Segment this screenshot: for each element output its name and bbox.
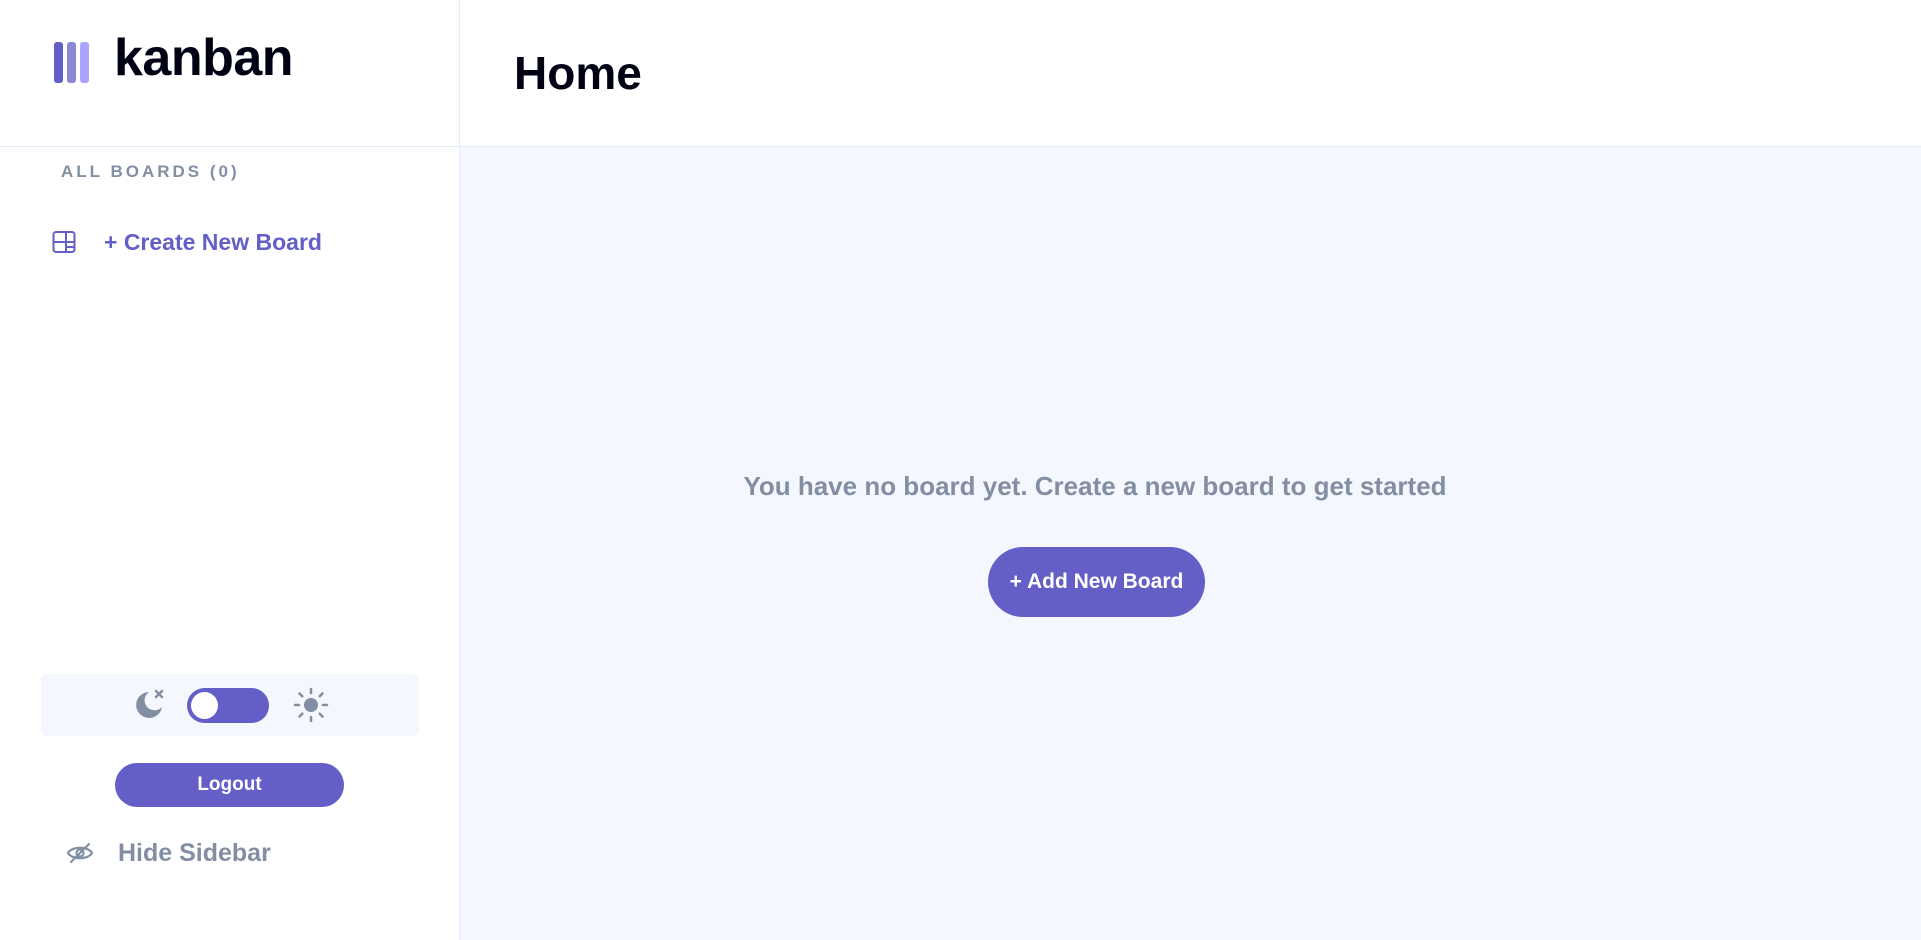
hide-sidebar-label: Hide Sidebar [118, 838, 271, 867]
create-new-board-label: + Create New Board [104, 228, 322, 255]
theme-toggle[interactable] [187, 687, 269, 723]
empty-state-message: You have no board yet. Create a new boar… [743, 471, 1447, 501]
logo-area: kanban [0, 0, 460, 147]
page-title: Home [514, 47, 642, 99]
app-root: kanban ALL BOARDS (0) + Create New Board [0, 0, 1921, 940]
sidebar: kanban ALL BOARDS (0) + Create New Board [0, 0, 460, 940]
main-content: You have no board yet. Create a new boar… [460, 147, 1921, 940]
logout-button[interactable]: Logout [115, 763, 344, 807]
moon-icon [136, 689, 164, 718]
eye-slash-icon [66, 842, 94, 864]
add-new-board-button[interactable]: + Add New Board [988, 547, 1205, 617]
create-new-board-button[interactable]: + Create New Board [52, 226, 322, 258]
toggle-knob [191, 691, 218, 719]
sun-icon [293, 687, 329, 723]
hide-sidebar-button[interactable]: Hide Sidebar [66, 835, 271, 871]
logo-text: kanban [114, 29, 294, 87]
all-boards-heading: ALL BOARDS (0) [61, 162, 240, 181]
logo-icon [54, 42, 94, 84]
board-icon [52, 231, 76, 253]
theme-switcher [41, 674, 419, 736]
top-header: Home [460, 0, 1921, 147]
